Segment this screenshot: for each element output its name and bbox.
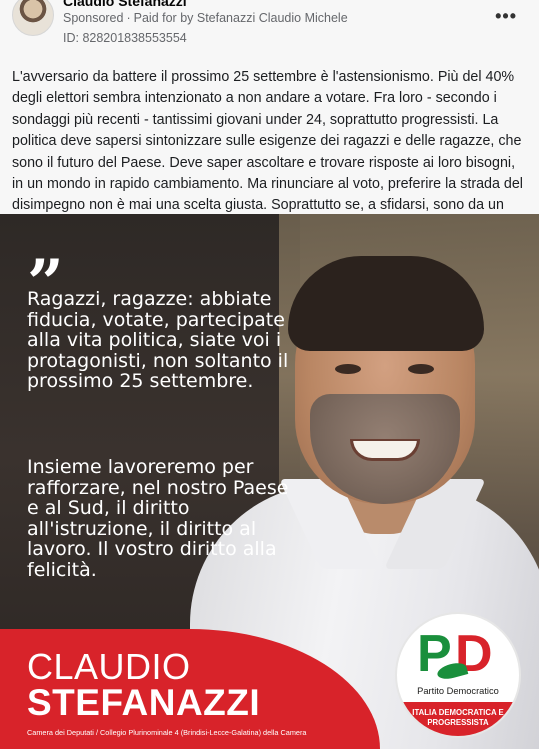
logo-subtitle: ITALIA DEMOCRATICA E PROGRESSISTA: [397, 702, 519, 736]
ad-creative-image[interactable]: ” Ragazzi, ragazze: abbiate fiducia, vot…: [0, 214, 539, 749]
author-name[interactable]: Claudio Stefanazzi: [63, 0, 187, 9]
ad-id: ID: 828201838553554: [63, 31, 187, 45]
pd-party-logo: P D Partito Democratico ITALIA DEMOCRATI…: [395, 612, 521, 738]
post-header: Claudio Stefanazzi Sponsored · Paid for by…: [0, 0, 539, 60]
candidate-first-name: CLAUDIO: [27, 646, 191, 687]
post-body-text: L'avversario da battere il prossimo 25 s…: [12, 69, 523, 235]
paid-for-label: Paid for by Stefanazzi Claudio Michele: [133, 11, 348, 25]
logo-party-name: Partito Democratico: [417, 686, 499, 696]
eye-right: [408, 364, 434, 374]
candidate-last-name: STEFANAZZI: [27, 682, 261, 723]
author-avatar[interactable]: [12, 0, 54, 36]
sponsor-meta: Sponsored · Paid for by Stefanazzi Claudio…: [63, 11, 348, 25]
quote-text-first: Ragazzi, ragazze: abbiate fiducia, votat…: [27, 288, 289, 392]
candidate-role: Camera dei Deputati / Collegio Plurinomi…: [27, 728, 307, 737]
hair: [288, 256, 484, 351]
quote-text-second: Insieme lavoreremo per rafforzare, nel n…: [27, 456, 289, 581]
separator-dot: ·: [126, 11, 131, 25]
smile: [350, 439, 420, 461]
more-options-icon[interactable]: •••: [495, 6, 517, 27]
eye-left: [335, 364, 361, 374]
sponsored-label: Sponsored: [63, 11, 124, 25]
